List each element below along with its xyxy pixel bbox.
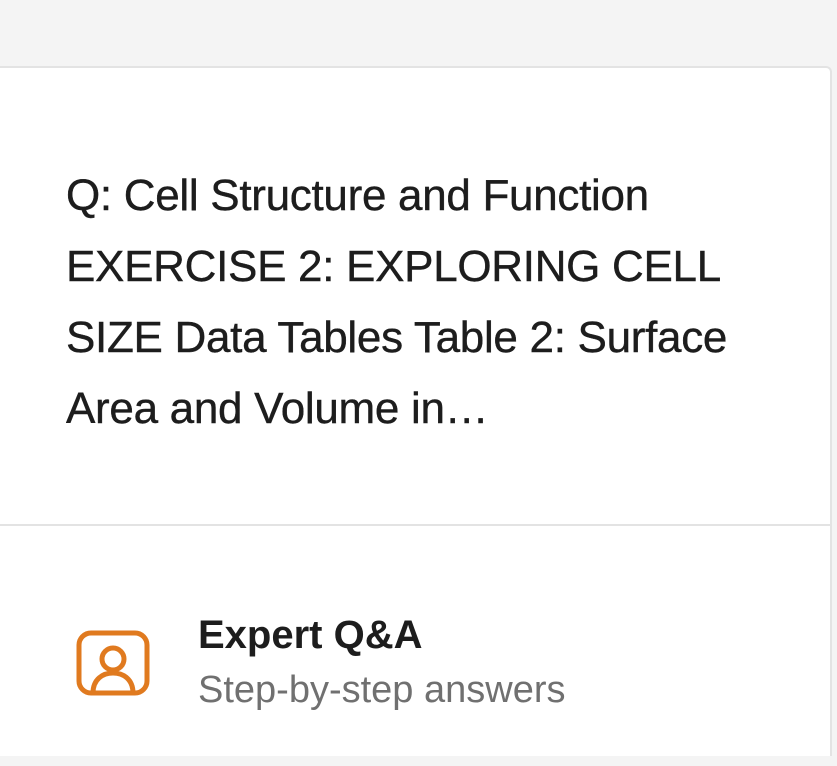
feature-subtitle: Step-by-step answers [198,669,566,711]
feature-title: Expert Q&A [198,613,423,657]
question-card[interactable]: Q: Cell Structure and Function EXERCISE … [0,66,832,756]
expert-person-icon [76,630,150,696]
top-background [0,0,837,66]
question-preview[interactable]: Q: Cell Structure and Function EXERCISE … [66,160,766,444]
expert-qa-feature: Expert Q&A Step-by-step answers [0,526,830,766]
